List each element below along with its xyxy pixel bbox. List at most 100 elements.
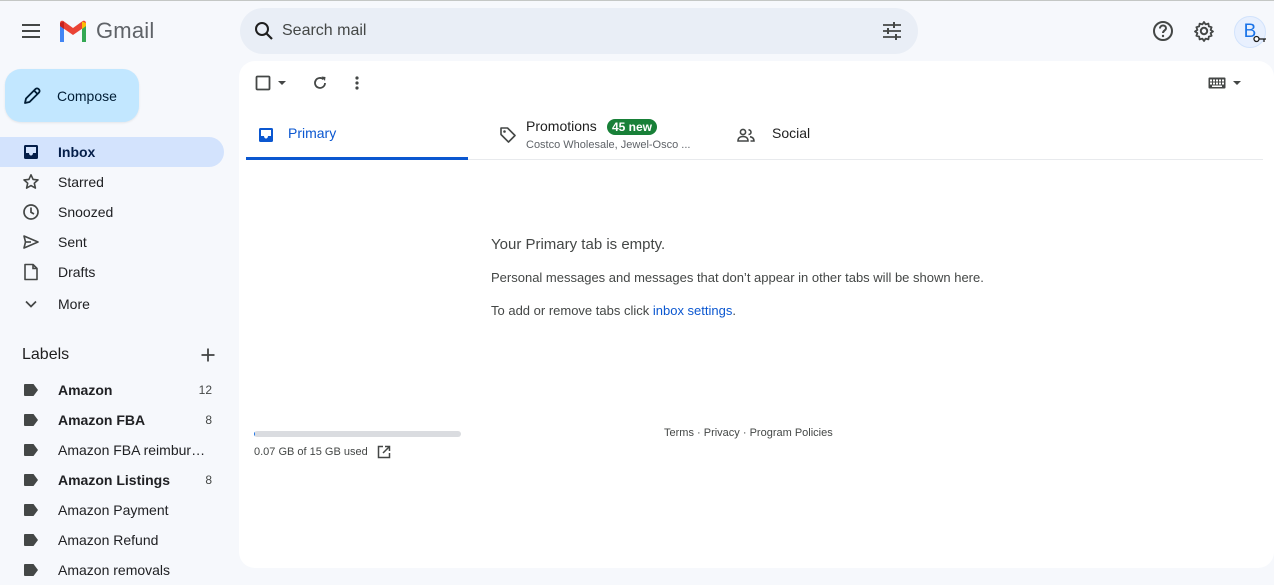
nav-item-inbox[interactable]: Inbox bbox=[0, 137, 224, 167]
gear-icon bbox=[1194, 21, 1214, 42]
labels-header: Labels bbox=[22, 342, 222, 368]
support-button[interactable] bbox=[1146, 14, 1180, 48]
label-item[interactable]: Amazon Payment bbox=[0, 495, 224, 525]
program-policies-link[interactable]: Program Policies bbox=[750, 427, 833, 439]
draft-icon bbox=[22, 263, 40, 281]
footer-separator: · bbox=[739, 427, 750, 439]
main-menu-button[interactable] bbox=[14, 14, 48, 48]
label-item[interactable]: Amazon FBA reimburse... bbox=[0, 435, 224, 465]
new-count-badge: 45 new bbox=[607, 119, 658, 135]
label-item[interactable]: Amazon removals bbox=[0, 555, 224, 585]
settings-suffix: . bbox=[732, 303, 736, 318]
tag-icon bbox=[498, 125, 518, 145]
key-icon bbox=[1253, 35, 1266, 43]
nav-item-snoozed[interactable]: Snoozed bbox=[0, 197, 224, 227]
settings-button[interactable] bbox=[1187, 14, 1221, 48]
label-tag-icon bbox=[24, 534, 38, 546]
storage-meter bbox=[254, 431, 461, 437]
label-name: Amazon FBA reimburse... bbox=[58, 442, 210, 458]
inbox-icon bbox=[256, 125, 276, 145]
label-count: 12 bbox=[198, 383, 212, 397]
label-name: Amazon Refund bbox=[58, 532, 159, 548]
label-count: 8 bbox=[205, 413, 212, 427]
help-icon bbox=[1153, 21, 1173, 41]
nav-item-more[interactable]: More bbox=[0, 289, 224, 319]
inbox-settings-link[interactable]: inbox settings bbox=[653, 303, 733, 318]
nav-item-label: Inbox bbox=[58, 144, 96, 160]
search-input[interactable] bbox=[280, 16, 860, 46]
footer-separator: · bbox=[693, 427, 704, 439]
create-label-button[interactable] bbox=[196, 343, 220, 367]
refresh-button[interactable] bbox=[306, 69, 334, 97]
tab-label: Primary bbox=[288, 125, 337, 141]
caret-down-icon bbox=[278, 81, 286, 85]
nav-item-label: Sent bbox=[58, 234, 87, 250]
empty-state-description: Personal messages and messages that don’… bbox=[491, 270, 984, 285]
pencil-icon bbox=[24, 87, 41, 104]
more-options-button[interactable] bbox=[343, 69, 371, 97]
chevron-down-icon bbox=[22, 295, 40, 313]
label-tag-icon bbox=[24, 564, 38, 576]
tab-social[interactable]: Social bbox=[726, 116, 926, 160]
app-name: Gmail bbox=[96, 18, 155, 43]
hamburger-menu-icon bbox=[22, 24, 40, 38]
main-navigation: Inbox Starred Snoozed Sent Drafts More bbox=[0, 137, 224, 319]
plus-icon bbox=[201, 348, 215, 362]
storage-usage-text: 0.07 GB of 15 GB used bbox=[254, 446, 368, 458]
more-vert-icon bbox=[355, 76, 359, 90]
inbox-icon bbox=[22, 143, 40, 161]
label-item[interactable]: Amazon Listings 8 bbox=[0, 465, 224, 495]
nav-item-sent[interactable]: Sent bbox=[0, 227, 224, 257]
footer-links: Terms · Privacy · Program Policies bbox=[664, 427, 833, 439]
checkbox-icon bbox=[255, 75, 271, 91]
label-item[interactable]: Amazon 12 bbox=[0, 375, 224, 405]
label-name: Amazon Payment bbox=[58, 502, 169, 518]
tab-label: Promotions bbox=[526, 118, 597, 134]
gmail-logo[interactable]: Gmail bbox=[58, 18, 154, 44]
privacy-link[interactable]: Privacy bbox=[704, 427, 740, 439]
gmail-m-icon bbox=[60, 20, 86, 42]
storage-meter-fill bbox=[254, 431, 256, 437]
label-name: Amazon FBA bbox=[58, 412, 146, 428]
label-tag-icon bbox=[24, 384, 38, 396]
labels-title: Labels bbox=[22, 346, 70, 363]
label-item[interactable]: Amazon FBA 8 bbox=[0, 405, 224, 435]
people-icon bbox=[736, 125, 756, 145]
caret-down-icon bbox=[1233, 81, 1241, 85]
star-icon bbox=[22, 173, 40, 191]
search-bar[interactable] bbox=[240, 8, 918, 54]
nav-item-label: More bbox=[58, 296, 90, 312]
select-checkbox[interactable] bbox=[253, 69, 289, 97]
label-count: 8 bbox=[205, 473, 212, 487]
tab-primary[interactable]: Primary bbox=[246, 116, 468, 160]
nav-item-label: Drafts bbox=[58, 264, 96, 280]
label-name: Amazon bbox=[58, 382, 113, 398]
labels-list: Amazon 12 Amazon FBA 8 Amazon FBA reimbu… bbox=[0, 375, 224, 585]
nav-item-label: Snoozed bbox=[58, 204, 114, 220]
open-external-icon[interactable] bbox=[375, 443, 393, 461]
message-panel: Primary Promotions 45 new Costco Wholesa… bbox=[239, 61, 1274, 568]
send-icon bbox=[22, 233, 40, 251]
label-tag-icon bbox=[24, 474, 38, 486]
keyboard-icon bbox=[1208, 77, 1226, 89]
label-name: Amazon Listings bbox=[58, 472, 171, 488]
nav-item-starred[interactable]: Starred bbox=[0, 167, 224, 197]
tab-snippet: Costco Wholesale, Jewel-Osco ... bbox=[526, 139, 691, 151]
nav-item-drafts[interactable]: Drafts bbox=[0, 257, 224, 287]
search-options-icon[interactable] bbox=[878, 17, 906, 45]
input-tools-button[interactable] bbox=[1207, 69, 1243, 97]
label-tag-icon bbox=[24, 504, 38, 516]
search-icon[interactable] bbox=[250, 17, 278, 45]
settings-prefix: To add or remove tabs click bbox=[491, 303, 653, 318]
tab-promotions[interactable]: Promotions 45 new Costco Wholesale, Jewe… bbox=[488, 116, 718, 160]
refresh-icon bbox=[314, 76, 326, 89]
label-item[interactable]: Amazon Refund bbox=[0, 525, 224, 555]
empty-state-title: Your Primary tab is empty. bbox=[491, 236, 666, 253]
category-tabs: Primary Promotions 45 new Costco Wholesa… bbox=[246, 116, 1263, 160]
empty-state-settings-line: To add or remove tabs click inbox settin… bbox=[491, 303, 736, 318]
compose-label: Compose bbox=[57, 87, 117, 104]
terms-link[interactable]: Terms bbox=[664, 427, 694, 439]
label-tag-icon bbox=[24, 414, 38, 426]
compose-button[interactable]: Compose bbox=[5, 69, 139, 122]
nav-item-label: Starred bbox=[58, 174, 104, 190]
